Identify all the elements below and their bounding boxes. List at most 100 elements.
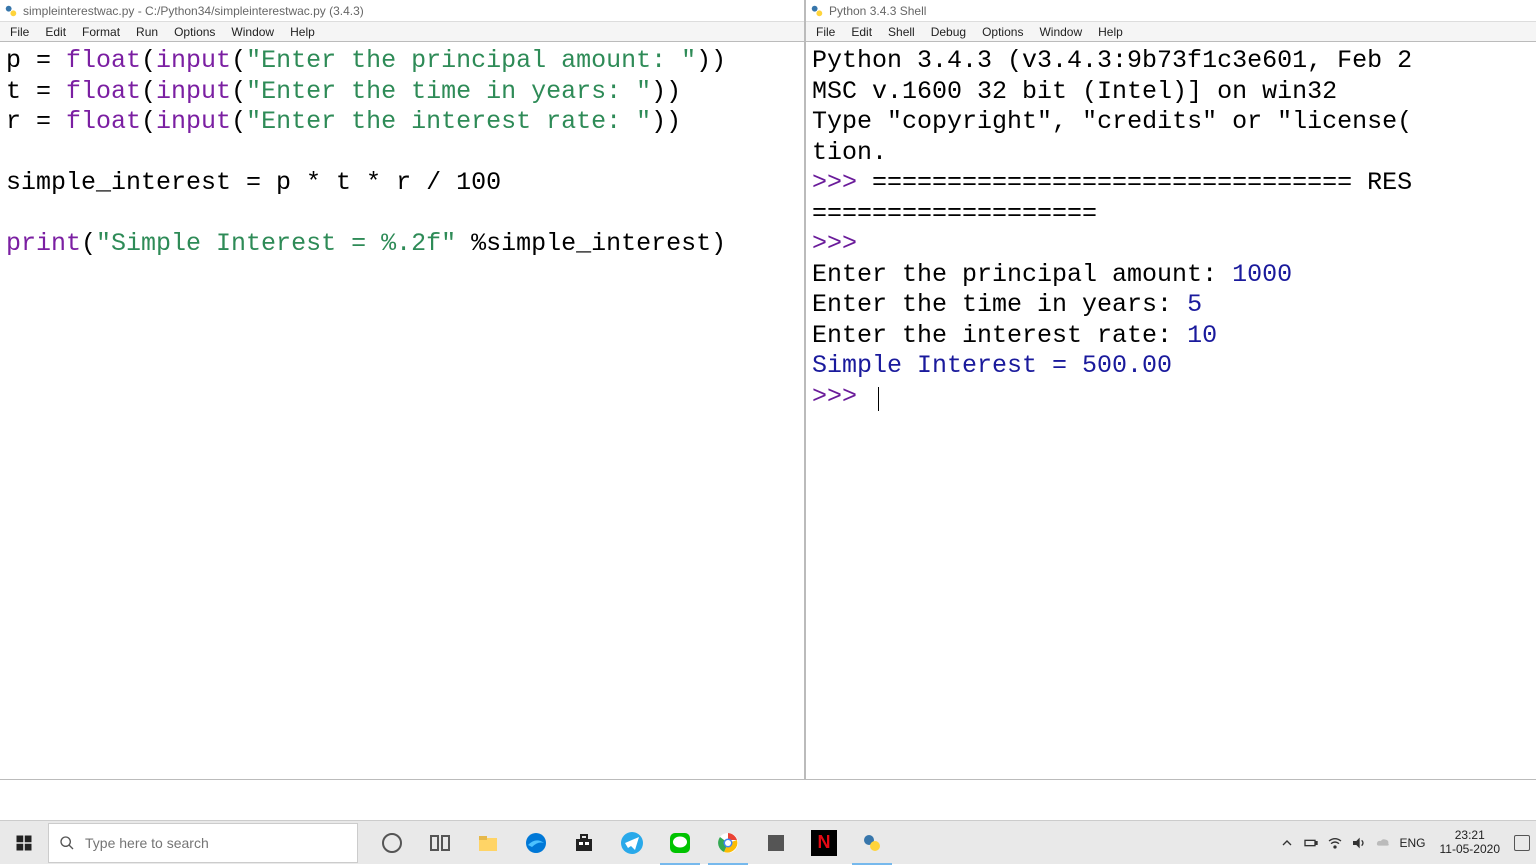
file-explorer-icon[interactable] [464, 821, 512, 865]
menu-run[interactable]: Run [128, 23, 166, 41]
shell-text: "license( [1277, 107, 1412, 136]
code-text: input [156, 46, 231, 75]
code-text: )) [696, 46, 726, 75]
code-text: "Enter the interest rate: " [246, 107, 651, 136]
clock[interactable]: 23:21 11-05-2020 [1434, 829, 1507, 857]
menu-file[interactable]: File [808, 23, 843, 41]
taskbar-search[interactable] [48, 823, 358, 863]
microsoft-store-icon[interactable] [560, 821, 608, 865]
python-file-icon [4, 4, 18, 18]
menu-help[interactable]: Help [1090, 23, 1131, 41]
shell-text: 1000 [1232, 260, 1292, 289]
code-text: ( [141, 46, 156, 75]
code-text: simple_interest = p * t * r / 100 [6, 168, 501, 197]
edge-browser-icon[interactable] [512, 821, 560, 865]
language-indicator[interactable]: ENG [1399, 836, 1425, 850]
editor-title-text: simpleinterestwac.py - C:/Python34/simpl… [23, 4, 364, 18]
taskbar: N ENG 23:21 11-05-2020 [0, 820, 1536, 864]
editor-code-area[interactable]: p = float(input("Enter the principal amo… [0, 42, 804, 779]
code-text: float [66, 77, 141, 106]
shell-text: Enter the time in years: [812, 290, 1187, 319]
shell-title-text: Python 3.4.3 Shell [829, 4, 926, 18]
shell-text: MSC v.1600 32 bit (Intel)] on win32 [812, 77, 1337, 106]
code-text: float [66, 46, 141, 75]
shell-text: or [1217, 107, 1277, 136]
code-text: ( [231, 107, 246, 136]
netflix-icon[interactable]: N [800, 821, 848, 865]
shell-text: , [1052, 107, 1082, 136]
code-text: float [66, 107, 141, 136]
editor-titlebar[interactable]: simpleinterestwac.py - C:/Python34/simpl… [0, 0, 804, 22]
code-text: ( [231, 46, 246, 75]
code-text: print [6, 229, 81, 258]
cortana-icon[interactable] [368, 821, 416, 865]
python-idle-icon[interactable] [848, 821, 896, 865]
menu-shell[interactable]: Shell [880, 23, 923, 41]
task-view-icon[interactable] [416, 821, 464, 865]
shell-text: "credits" [1082, 107, 1217, 136]
menu-window[interactable]: Window [1031, 23, 1090, 41]
code-text: )) [651, 107, 681, 136]
menu-format[interactable]: Format [74, 23, 128, 41]
menu-file[interactable]: File [2, 23, 37, 41]
volume-icon[interactable] [1351, 835, 1367, 851]
code-text: ( [81, 229, 96, 258]
shell-text: =================== [812, 199, 1097, 228]
menu-edit[interactable]: Edit [843, 23, 880, 41]
shell-text: ================================ RES [872, 168, 1412, 197]
shell-window: Python 3.4.3 Shell File Edit Shell Debug… [805, 0, 1536, 780]
menu-options[interactable]: Options [974, 23, 1031, 41]
line-app-icon[interactable] [656, 821, 704, 865]
shell-titlebar[interactable]: Python 3.4.3 Shell [806, 0, 1536, 22]
notifications-icon[interactable] [1514, 835, 1530, 851]
battery-icon[interactable] [1303, 835, 1319, 851]
chrome-browser-icon[interactable] [704, 821, 752, 865]
shell-text: Enter the principal amount: [812, 260, 1232, 289]
code-text: ( [231, 77, 246, 106]
menu-options[interactable]: Options [166, 23, 223, 41]
code-text: "Enter the principal amount: " [246, 46, 696, 75]
menu-debug[interactable]: Debug [923, 23, 974, 41]
code-text: ( [141, 77, 156, 106]
code-text: "Enter the time in years: " [246, 77, 651, 106]
start-button[interactable] [0, 821, 48, 865]
search-input[interactable] [85, 835, 347, 851]
shell-text: tion. [812, 138, 887, 167]
shell-text: 10 [1187, 321, 1217, 350]
menu-help[interactable]: Help [282, 23, 323, 41]
system-tray: ENG 23:21 11-05-2020 [1279, 829, 1536, 857]
code-text: t = [6, 77, 66, 106]
shell-text: "copyright" [887, 107, 1052, 136]
telegram-icon[interactable] [608, 821, 656, 865]
code-text: r = [6, 107, 66, 136]
code-text: )) [651, 77, 681, 106]
shell-text: Simple Interest = 500.00 [812, 351, 1172, 380]
editor-menubar: File Edit Format Run Options Window Help [0, 22, 804, 42]
shell-text: 5 [1187, 290, 1202, 319]
code-text: %simple_interest) [456, 229, 726, 258]
wifi-icon[interactable] [1327, 835, 1343, 851]
onedrive-icon[interactable] [1375, 835, 1391, 851]
python-shell-icon [810, 4, 824, 18]
code-text: input [156, 77, 231, 106]
shell-output-area[interactable]: Python 3.4.3 (v3.4.3:9b73f1c3e601, Feb 2… [806, 42, 1536, 779]
menu-window[interactable]: Window [223, 23, 282, 41]
menu-edit[interactable]: Edit [37, 23, 74, 41]
code-text: p = [6, 46, 66, 75]
app-icon[interactable] [752, 821, 800, 865]
shell-menubar: File Edit Shell Debug Options Window Hel… [806, 22, 1536, 42]
shell-text: Type [812, 107, 887, 136]
editor-window: simpleinterestwac.py - C:/Python34/simpl… [0, 0, 805, 780]
shell-text: Python 3.4.3 (v3.4.3:9b73f1c3e601, Feb 2 [812, 46, 1412, 75]
clock-date: 11-05-2020 [1440, 843, 1501, 857]
code-text: input [156, 107, 231, 136]
taskbar-apps: N [368, 821, 896, 865]
shell-text: Enter the interest rate: [812, 321, 1187, 350]
tray-chevron-icon[interactable] [1279, 835, 1295, 851]
shell-prompt: >>> [812, 229, 872, 258]
code-text: "Simple Interest = %.2f" [96, 229, 456, 258]
code-text: ( [141, 107, 156, 136]
text-cursor [878, 387, 879, 411]
shell-prompt: >>> [812, 168, 872, 197]
search-icon [59, 835, 75, 851]
